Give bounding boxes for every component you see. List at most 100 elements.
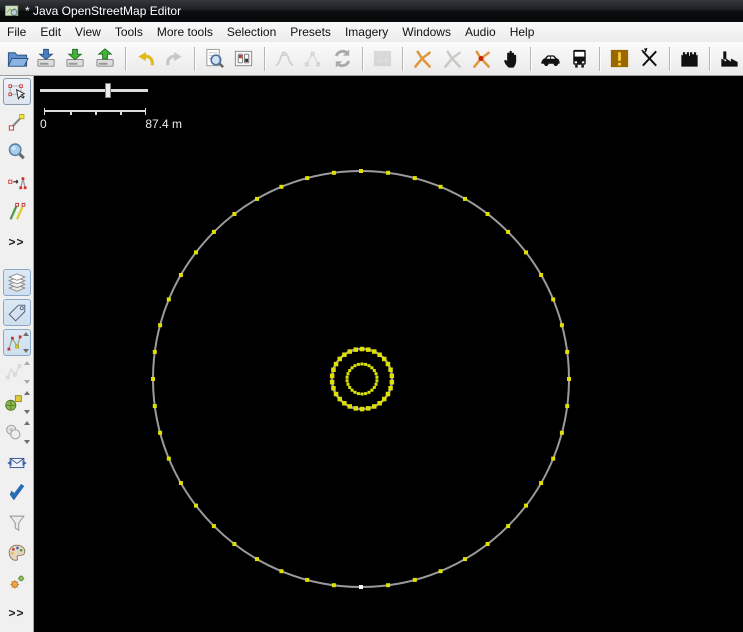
layers-dialog-button[interactable]	[2, 269, 31, 296]
osm-node[interactable]	[333, 361, 339, 367]
osm-node[interactable]	[370, 388, 374, 392]
command-stack-dialog-button[interactable]	[3, 419, 31, 446]
osm-node[interactable]	[372, 349, 377, 354]
osm-node[interactable]	[255, 557, 259, 562]
dialog-size-arrows[interactable]	[23, 332, 30, 353]
osm-node[interactable]	[347, 404, 353, 409]
osm-node[interactable]	[194, 503, 198, 508]
filter-dialog-button[interactable]	[3, 509, 31, 536]
menu-imagery[interactable]: Imagery	[338, 23, 395, 42]
osm-node[interactable]	[463, 557, 467, 562]
osm-node[interactable]	[346, 372, 350, 376]
osm-node[interactable]	[350, 366, 354, 370]
menu-file[interactable]: File	[0, 23, 33, 42]
osm-node[interactable]	[194, 250, 198, 255]
osm-node[interactable]	[389, 373, 395, 379]
osm-node[interactable]	[388, 386, 393, 391]
osm-node[interactable]	[364, 362, 368, 366]
undo-button[interactable]	[132, 45, 159, 73]
osm-node[interactable]	[346, 382, 350, 386]
osm-node[interactable]	[342, 401, 347, 406]
menu-windows[interactable]: Windows	[395, 23, 458, 42]
osm-node[interactable]	[151, 377, 155, 381]
zoom-slider-handle[interactable]	[105, 83, 112, 98]
zoom-slider[interactable]	[40, 83, 148, 98]
osm-node[interactable]	[524, 503, 528, 508]
osm-node[interactable]	[412, 577, 417, 582]
changeset-dialog-button[interactable]	[3, 449, 31, 476]
pan-hand-button[interactable]	[497, 45, 524, 73]
draw-node-tool-button[interactable]	[3, 108, 31, 135]
osm-node[interactable]	[372, 369, 376, 372]
dialog-size-arrows[interactable]	[24, 361, 31, 384]
osm-node[interactable]	[279, 569, 284, 574]
osm-node[interactable]	[353, 347, 359, 352]
osm-node[interactable]	[333, 391, 339, 397]
osm-node[interactable]	[158, 430, 163, 435]
osm-node[interactable]	[372, 404, 377, 409]
osm-node[interactable]	[359, 169, 363, 173]
osm-node[interactable]	[539, 481, 544, 485]
osm-node[interactable]	[329, 373, 335, 379]
osm-node[interactable]	[356, 392, 360, 396]
car-preset-button[interactable]	[537, 45, 564, 73]
osm-node[interactable]	[374, 372, 378, 376]
osm-node[interactable]	[385, 391, 391, 397]
warning-preset-button[interactable]	[606, 45, 633, 73]
osm-node[interactable]	[389, 379, 395, 385]
osm-node[interactable]	[463, 196, 467, 201]
osm-node[interactable]	[331, 367, 336, 373]
osm-node[interactable]	[348, 386, 352, 389]
osm-node[interactable]	[567, 377, 571, 381]
osm-node[interactable]	[375, 379, 379, 383]
osm-node[interactable]	[359, 585, 363, 589]
osm-node[interactable]	[559, 323, 564, 328]
osm-node[interactable]	[232, 542, 237, 546]
selection-dialog-button[interactable]	[2, 329, 31, 356]
osm-node[interactable]	[385, 361, 391, 367]
osm-node[interactable]	[356, 362, 360, 366]
osm-node[interactable]	[211, 229, 216, 234]
osm-node[interactable]	[372, 386, 376, 389]
restaurant-preset-button[interactable]	[636, 45, 663, 73]
osm-node[interactable]	[331, 170, 336, 175]
plugins-dialog-button[interactable]	[3, 569, 31, 596]
osm-node[interactable]	[345, 375, 349, 379]
factory-preset-button[interactable]	[716, 45, 743, 73]
osm-node[interactable]	[305, 577, 310, 582]
parallel-way-tool-button[interactable]	[3, 198, 31, 225]
osm-node[interactable]	[166, 297, 171, 302]
bus-preset-button[interactable]	[566, 45, 593, 73]
osm-node[interactable]	[178, 273, 183, 277]
osm-node[interactable]	[367, 364, 371, 368]
osm-node[interactable]	[382, 356, 387, 362]
osm-node[interactable]	[524, 250, 528, 255]
osm-node[interactable]	[348, 369, 352, 372]
improve-accuracy-tool-button[interactable]	[3, 168, 31, 195]
osm-node[interactable]	[565, 349, 570, 354]
osm-node[interactable]	[211, 524, 216, 529]
open-file-button[interactable]	[4, 45, 31, 73]
menu-view[interactable]: View	[68, 23, 108, 42]
osm-node[interactable]	[232, 212, 237, 216]
osm-node[interactable]	[438, 184, 443, 189]
osm-node[interactable]	[337, 396, 343, 402]
osm-node[interactable]	[279, 184, 284, 189]
osm-node[interactable]	[345, 379, 349, 383]
osm-node[interactable]	[329, 379, 335, 385]
osm-node[interactable]	[158, 323, 163, 328]
osm-node[interactable]	[388, 367, 393, 373]
refresh-data-button[interactable]	[329, 45, 356, 73]
preferences-button[interactable]	[230, 45, 257, 73]
osm-node[interactable]	[370, 366, 374, 370]
menu-edit[interactable]: Edit	[33, 23, 68, 42]
osm-node[interactable]	[438, 569, 443, 574]
osm-node[interactable]	[374, 382, 378, 386]
menu-audio[interactable]: Audio	[458, 23, 503, 42]
download-data-button[interactable]	[62, 45, 89, 73]
osm-node[interactable]	[386, 583, 391, 588]
select-tool-button[interactable]	[2, 78, 31, 105]
relation-dialog-button[interactable]	[3, 389, 31, 416]
menu-presets[interactable]: Presets	[283, 23, 338, 42]
osm-node[interactable]	[347, 349, 353, 354]
